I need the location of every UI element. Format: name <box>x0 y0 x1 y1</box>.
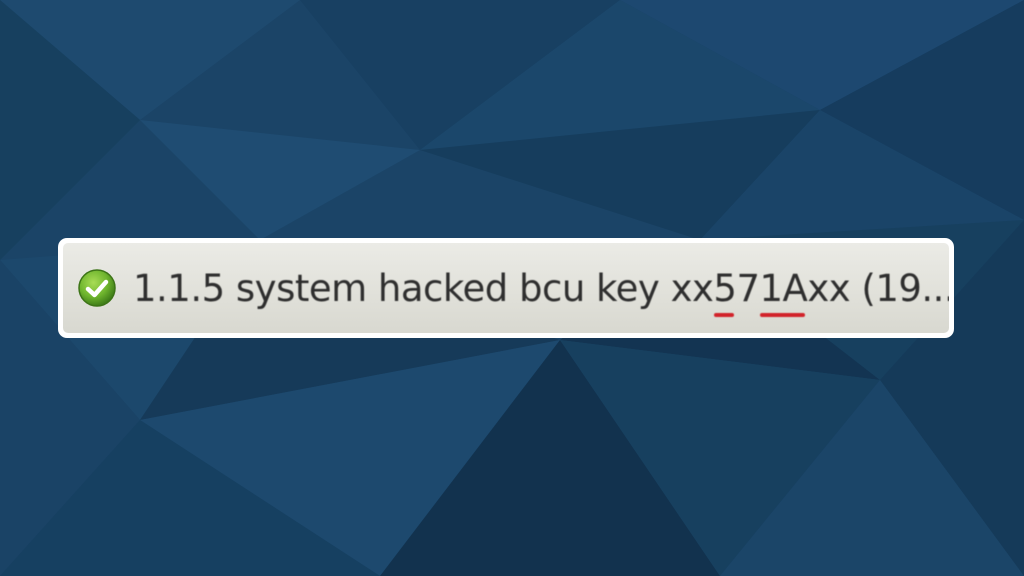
text-middle: 7 <box>736 266 760 310</box>
status-item-card: 1.1.5 system hacked bcu key xx571Axx (19… <box>58 238 954 338</box>
check-circle-icon <box>77 268 117 308</box>
underlined-char-5: 5 <box>713 266 737 317</box>
status-list-item[interactable]: 1.1.5 system hacked bcu key xx571Axx (19… <box>63 243 949 333</box>
text-prefix: 1.1.5 system hacked bcu key xx <box>133 266 714 310</box>
status-item-text: 1.1.5 system hacked bcu key xx571Axx (19… <box>133 266 949 317</box>
text-suffix: xx (19... <box>807 266 949 310</box>
underlined-chars-1a: 1A <box>759 266 808 317</box>
